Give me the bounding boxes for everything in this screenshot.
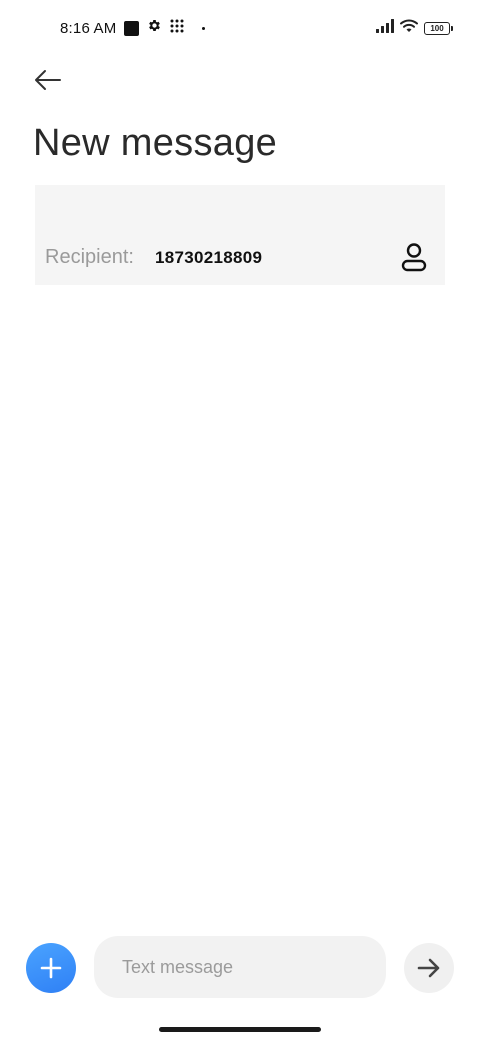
send-button[interactable] xyxy=(404,943,454,993)
status-bar: 8:16 AM 100 xyxy=(0,14,480,42)
gear-icon xyxy=(147,18,162,38)
add-attachment-button[interactable] xyxy=(26,943,76,993)
back-button[interactable] xyxy=(28,62,68,98)
recipient-label: Recipient: xyxy=(45,246,134,268)
wifi-icon xyxy=(400,19,418,38)
recipient-field[interactable]: Recipient: 18730218809 xyxy=(35,185,445,285)
battery-level: 100 xyxy=(430,23,444,33)
person-icon xyxy=(401,243,427,272)
signal-icon xyxy=(376,19,394,38)
page-title: New message xyxy=(33,122,278,164)
black-square-icon xyxy=(124,20,140,36)
home-indicator[interactable] xyxy=(159,1027,321,1032)
status-right: 100 xyxy=(376,19,453,38)
new-message-screen: 8:16 AM 100 New message Recipient: 18730… xyxy=(0,0,480,1040)
recipient-value[interactable]: 18730218809 xyxy=(155,248,262,268)
status-left: 8:16 AM xyxy=(60,18,206,38)
arrow-right-icon xyxy=(417,958,440,978)
contact-picker-button[interactable] xyxy=(397,240,431,274)
arrow-left-icon xyxy=(35,70,61,90)
status-time: 8:16 AM xyxy=(60,19,117,37)
message-input[interactable] xyxy=(94,936,386,998)
grid-icon xyxy=(170,19,184,38)
plus-icon xyxy=(40,957,62,979)
dot-icon xyxy=(202,26,206,30)
battery-icon: 100 xyxy=(424,22,453,35)
